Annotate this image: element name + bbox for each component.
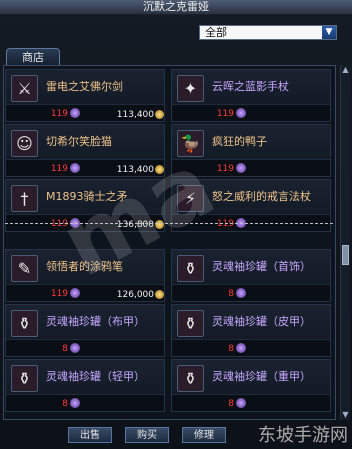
- shop-window: 沉默之克雷娅 全部 ▼ 商店 ▲ ▼ ⚔ 雷电之艾佛尔剑 119 113,400…: [0, 0, 352, 449]
- item-quantity: 8: [228, 399, 234, 409]
- filter-row: 全部 ▼: [0, 20, 352, 44]
- sell-button[interactable]: 出售: [68, 427, 112, 443]
- gold-icon: [155, 290, 164, 299]
- item-name: 怒之威利的戒言法杖: [212, 190, 311, 203]
- jar-icon: ⚱: [177, 255, 204, 282]
- jar-icon: ⚱: [177, 365, 204, 392]
- item-quantity: 119: [216, 219, 234, 229]
- price-bar: 119: [172, 159, 330, 176]
- window-title-bar: 沉默之克雷娅: [0, 0, 352, 15]
- price-bar: 8: [6, 394, 164, 411]
- item-quantity: 8: [62, 344, 68, 354]
- section-divider: [5, 223, 333, 224]
- shop-item-8[interactable]: ⚱ 灵魂袖珍罐（首饰） 8: [171, 249, 331, 302]
- gem-icon: [70, 163, 80, 173]
- item-name: 灵魂袖珍罐（轻甲）: [46, 370, 145, 383]
- cat-icon: ☺: [11, 130, 38, 157]
- gem-icon: [70, 398, 80, 408]
- shop-scrollbar[interactable]: ▲ ▼: [340, 65, 350, 420]
- shop-item-12[interactable]: ⚱ 灵魂袖珍罐（重甲） 8: [171, 359, 331, 412]
- gem-icon: [236, 288, 246, 298]
- gem-icon: [236, 343, 246, 353]
- item-name: 领悟者的涂鸦笔: [46, 260, 123, 273]
- gem-icon: [236, 398, 246, 408]
- item-name: 雷电之艾佛尔剑: [46, 80, 123, 93]
- buy-button[interactable]: 购买: [125, 427, 169, 443]
- price-bar: 119: [172, 104, 330, 121]
- shop-item-4[interactable]: 🦆 疯狂的鸭子 119: [171, 124, 331, 177]
- gem-icon: [236, 108, 246, 118]
- item-price: 136,800: [116, 220, 154, 230]
- gold-icon: [155, 220, 164, 229]
- duck-icon: 🦆: [177, 130, 204, 157]
- item-name: 灵魂袖珍罐（首饰）: [212, 260, 311, 273]
- staff-icon: ✦: [177, 75, 204, 102]
- shop-item-7[interactable]: ✎ 领悟者的涂鸦笔 119 126,000: [5, 249, 165, 302]
- jar-icon: ⚱: [11, 310, 38, 337]
- shop-item-9[interactable]: ⚱ 灵魂袖珍罐（布甲） 8: [5, 304, 165, 357]
- category-dropdown-value: 全部: [205, 26, 227, 39]
- price-bar: 8: [172, 394, 330, 411]
- repair-button[interactable]: 修理: [182, 427, 226, 443]
- price-bar: 8: [172, 284, 330, 301]
- pen-icon: ✎: [11, 255, 38, 282]
- item-price: 126,000: [116, 290, 154, 300]
- item-quantity: 8: [228, 344, 234, 354]
- sword-icon: ⚔: [11, 75, 38, 102]
- item-quantity: 119: [50, 164, 68, 174]
- scroll-thumb[interactable]: [342, 245, 349, 265]
- spear-icon: †: [11, 185, 38, 212]
- price-bar: 119 113,400: [6, 159, 164, 176]
- item-quantity: 119: [50, 219, 68, 229]
- chevron-down-icon[interactable]: ▼: [322, 26, 336, 39]
- item-name: 切希尔笑脸猫: [46, 135, 112, 148]
- gold-icon: [155, 165, 164, 174]
- tab-shop-label: 商店: [22, 51, 44, 64]
- item-quantity: 119: [216, 109, 234, 119]
- shop-item-5[interactable]: † M1893骑士之矛 119 136,800: [5, 179, 165, 232]
- item-quantity: 8: [228, 289, 234, 299]
- scroll-down-icon[interactable]: ▼: [341, 410, 350, 420]
- shop-item-2[interactable]: ✦ 云晖之蓝影手杖 119: [171, 69, 331, 122]
- gem-icon: [70, 288, 80, 298]
- item-name: 疯狂的鸭子: [212, 135, 267, 148]
- category-dropdown[interactable]: 全部 ▼: [199, 25, 337, 40]
- item-quantity: 8: [62, 399, 68, 409]
- shop-item-11[interactable]: ⚱ 灵魂袖珍罐（轻甲） 8: [5, 359, 165, 412]
- item-quantity: 119: [50, 109, 68, 119]
- site-watermark: 东坡手游网: [258, 425, 348, 446]
- window-title: 沉默之克雷娅: [143, 0, 209, 13]
- gem-icon: [236, 163, 246, 173]
- jar-icon: ⚱: [11, 365, 38, 392]
- scroll-up-icon[interactable]: ▲: [341, 65, 350, 75]
- item-quantity: 119: [216, 164, 234, 174]
- price-bar: 119 113,400: [6, 104, 164, 121]
- staff-red-icon: ⚡: [177, 185, 204, 212]
- item-name: 云晖之蓝影手杖: [212, 80, 289, 93]
- item-name: M1893骑士之矛: [46, 190, 128, 203]
- price-bar: 8: [172, 339, 330, 356]
- tab-shop[interactable]: 商店: [6, 48, 60, 66]
- gold-icon: [155, 110, 164, 119]
- jar-icon: ⚱: [177, 310, 204, 337]
- price-bar: 119 126,000: [6, 284, 164, 301]
- shop-item-1[interactable]: ⚔ 雷电之艾佛尔剑 119 113,400: [5, 69, 165, 122]
- item-name: 灵魂袖珍罐（皮甲）: [212, 315, 311, 328]
- gem-icon: [70, 343, 80, 353]
- shop-item-6[interactable]: ⚡ 怒之威利的戒言法杖 119: [171, 179, 331, 232]
- item-name: 灵魂袖珍罐（布甲）: [46, 315, 145, 328]
- shop-item-3[interactable]: ☺ 切希尔笑脸猫 119 113,400: [5, 124, 165, 177]
- item-quantity: 119: [50, 289, 68, 299]
- item-price: 113,400: [116, 165, 154, 175]
- price-bar: 8: [6, 339, 164, 356]
- shop-item-10[interactable]: ⚱ 灵魂袖珍罐（皮甲） 8: [171, 304, 331, 357]
- item-price: 113,400: [116, 110, 154, 120]
- item-name: 灵魂袖珍罐（重甲）: [212, 370, 311, 383]
- gem-icon: [70, 108, 80, 118]
